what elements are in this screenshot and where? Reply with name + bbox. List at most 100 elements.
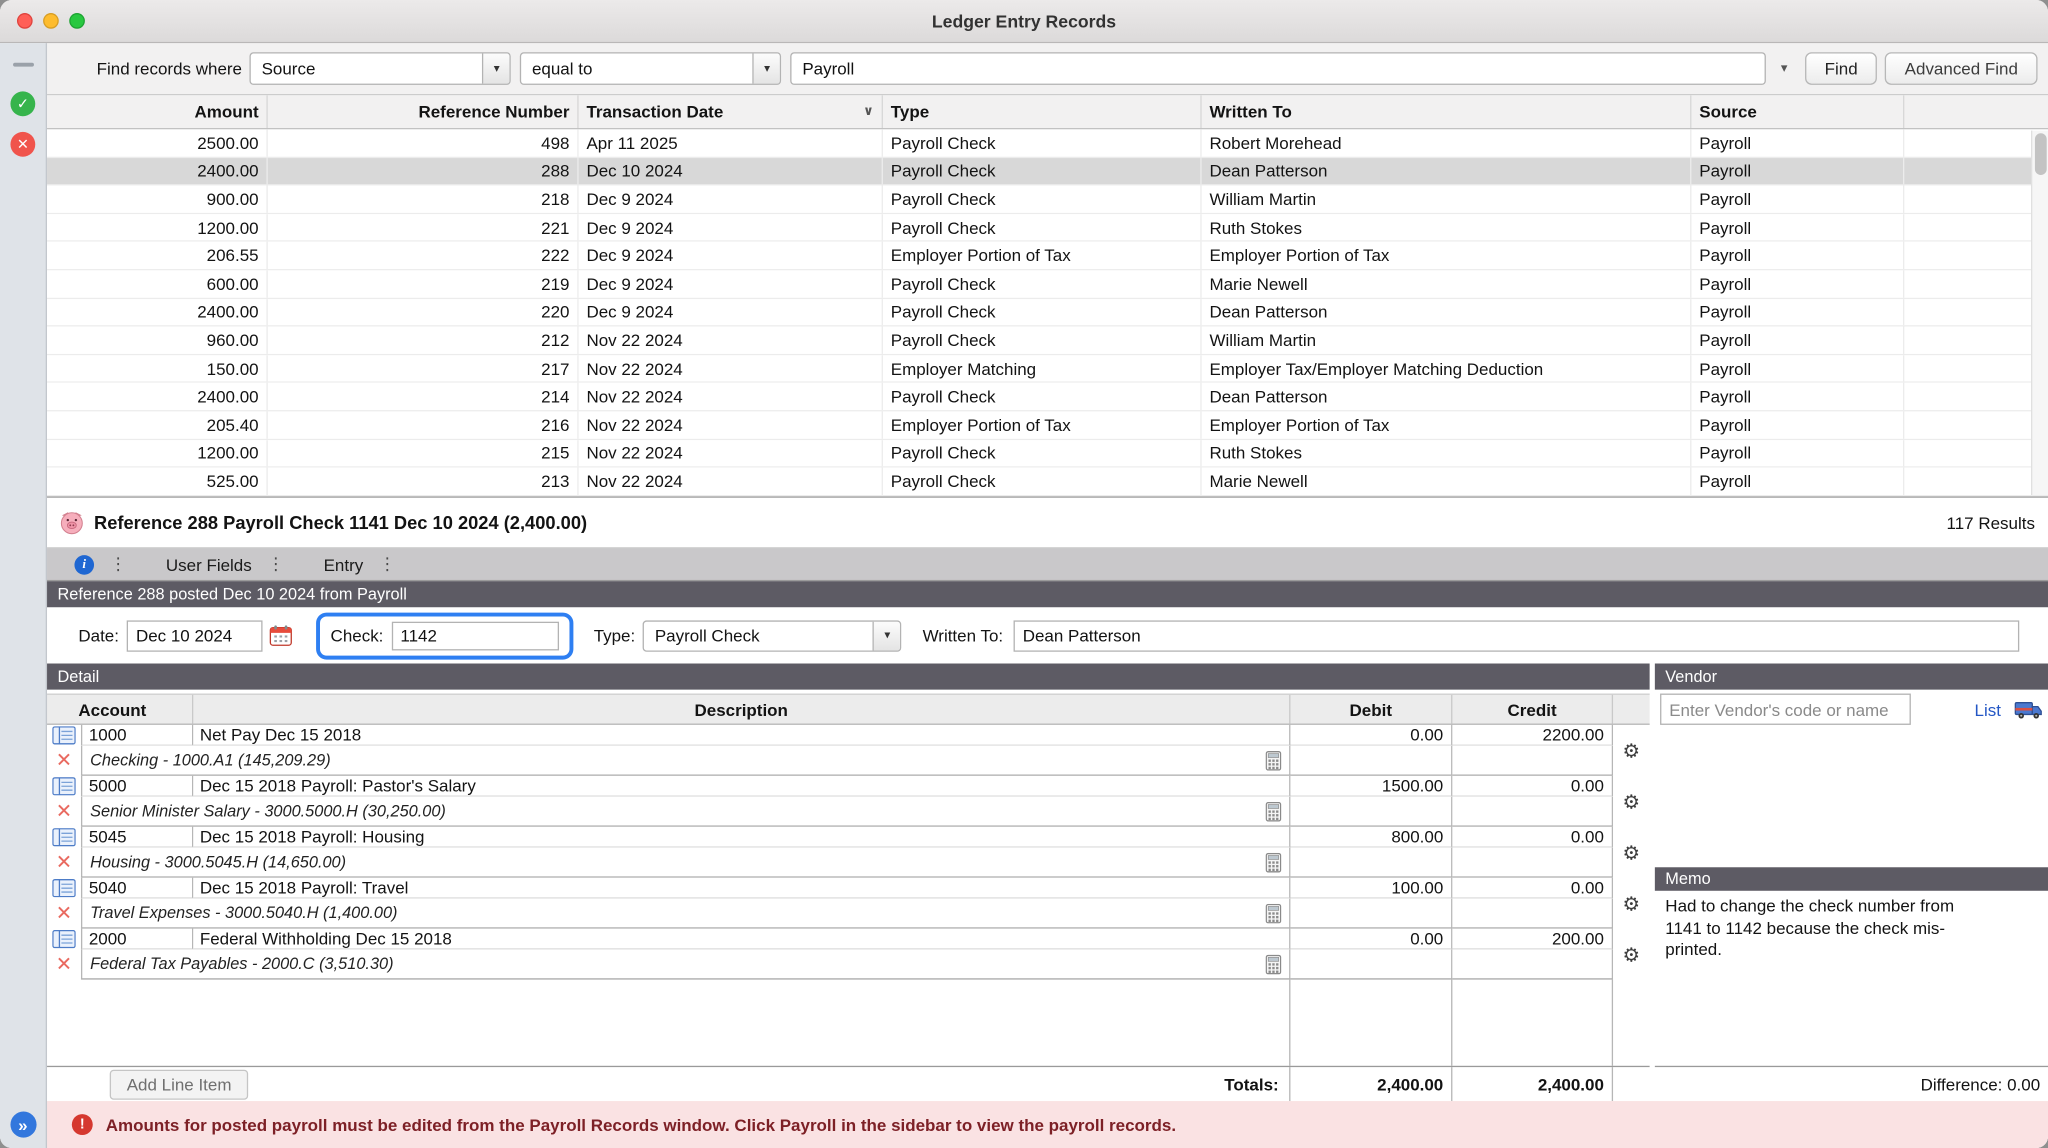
warning-text: Amounts for posted payroll must be edite…	[106, 1115, 1176, 1135]
written-to-cell: Ruth Stokes	[1202, 214, 1692, 241]
debit-field[interactable]: 100.00	[1290, 878, 1452, 899]
revert-record-button[interactable]: ✕	[10, 132, 35, 157]
table-row[interactable]: 525.00 213 Nov 22 2024 Payroll Check Mar…	[47, 468, 2048, 496]
close-window-button[interactable]	[17, 13, 33, 29]
scrollbar-thumb[interactable]	[2034, 133, 2046, 175]
debit-field[interactable]: 1500.00	[1290, 776, 1452, 797]
account-code-field[interactable]: 5000	[81, 776, 193, 797]
written-to-input[interactable]	[1014, 620, 2020, 651]
vendor-search-input[interactable]	[1660, 694, 1911, 725]
credit-field[interactable]: 0.00	[1452, 827, 1613, 848]
table-row-selected[interactable]: 2400.00 288 Dec 10 2024 Payroll Check De…	[47, 158, 2048, 186]
description-field[interactable]: Dec 15 2018 Payroll: Housing	[193, 827, 1290, 848]
find-operator-select[interactable]: equal to ▾	[520, 52, 781, 85]
transaction-date-column-header[interactable]: Transaction Date ∨	[579, 95, 883, 128]
delete-line-icon[interactable]: ✕	[56, 955, 72, 975]
calculator-icon[interactable]	[1266, 954, 1282, 974]
add-line-item-button[interactable]: Add Line Item	[110, 1069, 249, 1099]
table-row[interactable]: 2400.00 220 Dec 9 2024 Payroll Check Dea…	[47, 299, 2048, 327]
tab-options-icon[interactable]: ⋮	[267, 554, 284, 575]
calculator-icon[interactable]	[1266, 801, 1282, 821]
vendor-list-link[interactable]: List	[1975, 699, 2001, 719]
line-settings-gear-icon[interactable]: ⚙	[1617, 942, 1646, 966]
line-settings-gear-icon[interactable]: ⚙	[1617, 739, 1646, 763]
delete-line-icon[interactable]: ✕	[56, 853, 72, 873]
account-code-field[interactable]: 5045	[81, 827, 193, 848]
reference-cell: 214	[268, 383, 579, 410]
minimize-window-button[interactable]	[43, 13, 59, 29]
account-code-field[interactable]: 2000	[81, 929, 193, 950]
expand-sidebar-button[interactable]: »	[10, 1112, 36, 1138]
info-options-icon[interactable]: ⋮	[110, 554, 127, 575]
zoom-window-button[interactable]	[69, 13, 85, 29]
debit-field[interactable]: 0.00	[1290, 725, 1452, 746]
delete-line-icon[interactable]: ✕	[56, 802, 72, 822]
written-to-column-header[interactable]: Written To	[1202, 95, 1692, 128]
line-settings-gear-icon[interactable]: ⚙	[1617, 891, 1646, 915]
table-row[interactable]: 2500.00 498 Apr 11 2025 Payroll Check Ro…	[47, 129, 2048, 157]
check-number-input[interactable]	[391, 621, 558, 650]
description-field[interactable]: Dec 15 2018 Payroll: Pastor's Salary	[193, 776, 1290, 797]
written-to-label: Written To:	[923, 626, 1004, 646]
amount-column-header[interactable]: Amount	[47, 95, 268, 128]
account-column-header: Account	[47, 695, 193, 724]
ledger-book-icon[interactable]	[52, 828, 76, 846]
ledger-book-icon[interactable]	[52, 930, 76, 948]
credit-field[interactable]: 2200.00	[1452, 725, 1613, 746]
vendor-truck-icon[interactable]	[2014, 699, 2043, 719]
table-row[interactable]: 600.00 219 Dec 9 2024 Payroll Check Mari…	[47, 270, 2048, 298]
sidebar-drag-handle[interactable]	[12, 63, 33, 67]
commit-record-button[interactable]: ✓	[10, 91, 35, 116]
find-button[interactable]: Find	[1805, 52, 1877, 85]
calculator-icon[interactable]	[1266, 903, 1282, 923]
table-row[interactable]: 150.00 217 Nov 22 2024 Employer Matching…	[47, 355, 2048, 383]
line-item: 2000 Federal Withholding Dec 15 2018 0.0…	[47, 929, 1650, 980]
description-field[interactable]: Net Pay Dec 15 2018	[193, 725, 1290, 746]
table-row[interactable]: 1200.00 221 Dec 9 2024 Payroll Check Rut…	[47, 214, 2048, 242]
ledger-book-icon[interactable]	[52, 726, 76, 744]
line-settings-gear-icon[interactable]: ⚙	[1617, 840, 1646, 864]
line-settings-gear-icon[interactable]: ⚙	[1617, 790, 1646, 814]
ledger-book-icon[interactable]	[52, 777, 76, 795]
table-row[interactable]: 960.00 212 Nov 22 2024 Payroll Check Wil…	[47, 327, 2048, 355]
tab-user-fields[interactable]: User Fields	[166, 554, 252, 574]
table-row[interactable]: 205.40 216 Nov 22 2024 Employer Portion …	[47, 411, 2048, 439]
delete-line-icon[interactable]: ✕	[56, 751, 72, 771]
table-row[interactable]: 2400.00 214 Nov 22 2024 Payroll Check De…	[47, 383, 2048, 411]
memo-field[interactable]: Had to change the check number from 1141…	[1665, 896, 1963, 961]
info-button[interactable]: i	[74, 554, 94, 574]
debit-field[interactable]: 0.00	[1290, 929, 1452, 950]
tab-entry[interactable]: Entry	[324, 554, 364, 574]
find-field-select[interactable]: Source ▾	[250, 52, 511, 85]
find-history-dropdown-icon[interactable]: ▾	[1774, 61, 1795, 75]
type-select[interactable]: Payroll Check ▾	[643, 620, 902, 651]
table-row[interactable]: 206.55 222 Dec 9 2024 Employer Portion o…	[47, 242, 2048, 270]
credit-field[interactable]: 0.00	[1452, 878, 1613, 899]
table-scrollbar[interactable]	[2031, 131, 2048, 495]
description-field[interactable]: Dec 15 2018 Payroll: Travel	[193, 878, 1290, 899]
type-column-header[interactable]: Type	[883, 95, 1202, 128]
tab-options-icon[interactable]: ⋮	[379, 554, 396, 575]
find-records-label: Find records where	[97, 59, 242, 79]
reference-cell: 217	[268, 355, 579, 382]
reference-number-column-header[interactable]: Reference Number	[268, 95, 579, 128]
source-column-header[interactable]: Source	[1691, 95, 1904, 128]
credit-field[interactable]: 0.00	[1452, 776, 1613, 797]
table-row[interactable]: 1200.00 215 Nov 22 2024 Payroll Check Ru…	[47, 440, 2048, 468]
title-bar: Ledger Entry Records	[0, 0, 2048, 43]
calculator-icon[interactable]	[1266, 852, 1282, 872]
account-code-field[interactable]: 5040	[81, 878, 193, 899]
date-input[interactable]	[127, 620, 263, 651]
debit-field[interactable]: 800.00	[1290, 827, 1452, 848]
account-code-field[interactable]: 1000	[81, 725, 193, 746]
calendar-icon[interactable]	[269, 624, 293, 646]
table-row[interactable]: 900.00 218 Dec 9 2024 Payroll Check Will…	[47, 186, 2048, 214]
find-value-input[interactable]	[791, 52, 1766, 85]
delete-line-icon[interactable]: ✕	[56, 904, 72, 924]
warning-bar: ! Amounts for posted payroll must be edi…	[47, 1101, 2048, 1148]
calculator-icon[interactable]	[1266, 750, 1282, 770]
credit-field[interactable]: 200.00	[1452, 929, 1613, 950]
description-field[interactable]: Federal Withholding Dec 15 2018	[193, 929, 1290, 950]
ledger-book-icon[interactable]	[52, 879, 76, 897]
advanced-find-button[interactable]: Advanced Find	[1885, 52, 2037, 85]
